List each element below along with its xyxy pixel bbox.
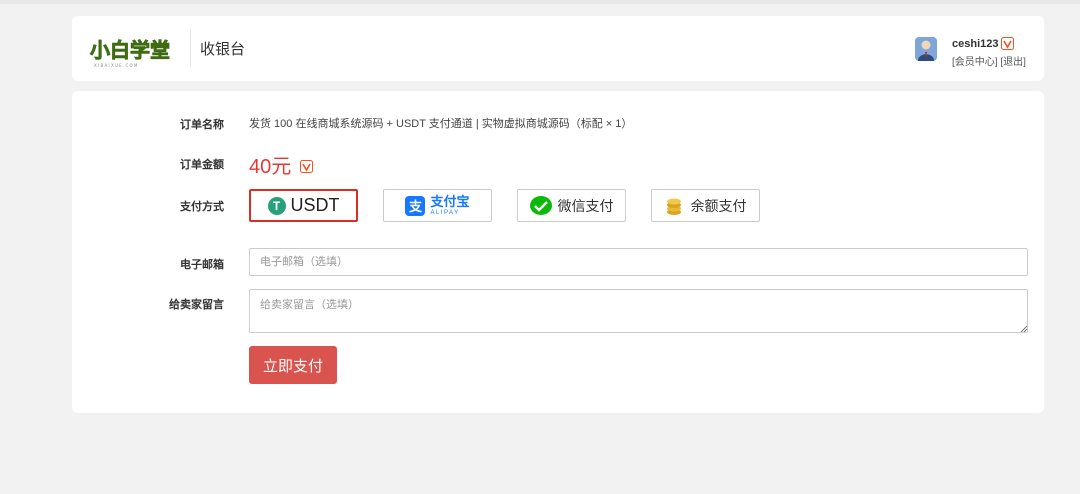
member-center-link[interactable]: [会员中心] (952, 57, 998, 68)
message-input[interactable] (249, 289, 1028, 333)
site-logo[interactable]: 小白学堂 X I B A I X U E . C O M (88, 30, 184, 70)
header-bar: 小白学堂 X I B A I X U E . C O M 收银台 ceshi12… (72, 16, 1044, 81)
pay-option-sublabel: ALIPAY (430, 210, 460, 216)
email-input[interactable] (249, 248, 1028, 276)
pay-now-button[interactable]: 立即支付 (249, 346, 337, 384)
wechat-icon (529, 196, 552, 215)
vip-badge-icon (1001, 37, 1014, 50)
logout-link[interactable]: [退出] (1000, 57, 1026, 68)
user-avatar-icon[interactable] (915, 37, 937, 61)
order-amount-value: 40元 (249, 156, 292, 178)
logo-subtext: X I B A I X U E . C O M (94, 63, 138, 68)
pay-option-label: USDT (290, 195, 340, 215)
pay-option-balance[interactable]: 余额支付 (651, 189, 760, 222)
pay-option-label: 支付宝 (430, 194, 470, 209)
resize-grip-icon[interactable] (1020, 325, 1027, 332)
order-amount-label: 订单金额 (180, 159, 224, 171)
order-name-label: 订单名称 (180, 119, 224, 131)
usdt-icon: T (267, 196, 286, 215)
order-name-value: 发货 100 在线商城系统源码 + USDT 支付通道 | 实物虚拟商城源码（标… (249, 118, 633, 130)
vip-price-badge-icon (300, 160, 313, 173)
top-divider (0, 0, 1080, 4)
svg-text:小白学堂: 小白学堂 (90, 38, 170, 62)
pay-option-label: 微信支付 (557, 197, 614, 214)
logo-separator (190, 30, 191, 66)
user-links: [会员中心] [退出] (952, 53, 1026, 68)
username: ceshi123 (952, 38, 999, 50)
pay-option-label: 余额支付 (690, 197, 747, 214)
coins-icon (666, 198, 681, 215)
message-label: 给卖家留言 (169, 299, 224, 311)
payment-method-label: 支付方式 (180, 201, 224, 213)
alipay-icon: 支 (405, 195, 426, 216)
pay-option-alipay[interactable]: 支 支付宝 ALIPAY (383, 189, 492, 222)
email-label: 电子邮箱 (180, 259, 224, 271)
pay-option-usdt[interactable]: T USDT (249, 189, 358, 222)
page-title: 收银台 (200, 41, 246, 58)
pay-option-wechat[interactable]: 微信支付 (517, 189, 626, 222)
checkout-panel: 订单名称 发货 100 在线商城系统源码 + USDT 支付通道 | 实物虚拟商… (72, 91, 1044, 413)
